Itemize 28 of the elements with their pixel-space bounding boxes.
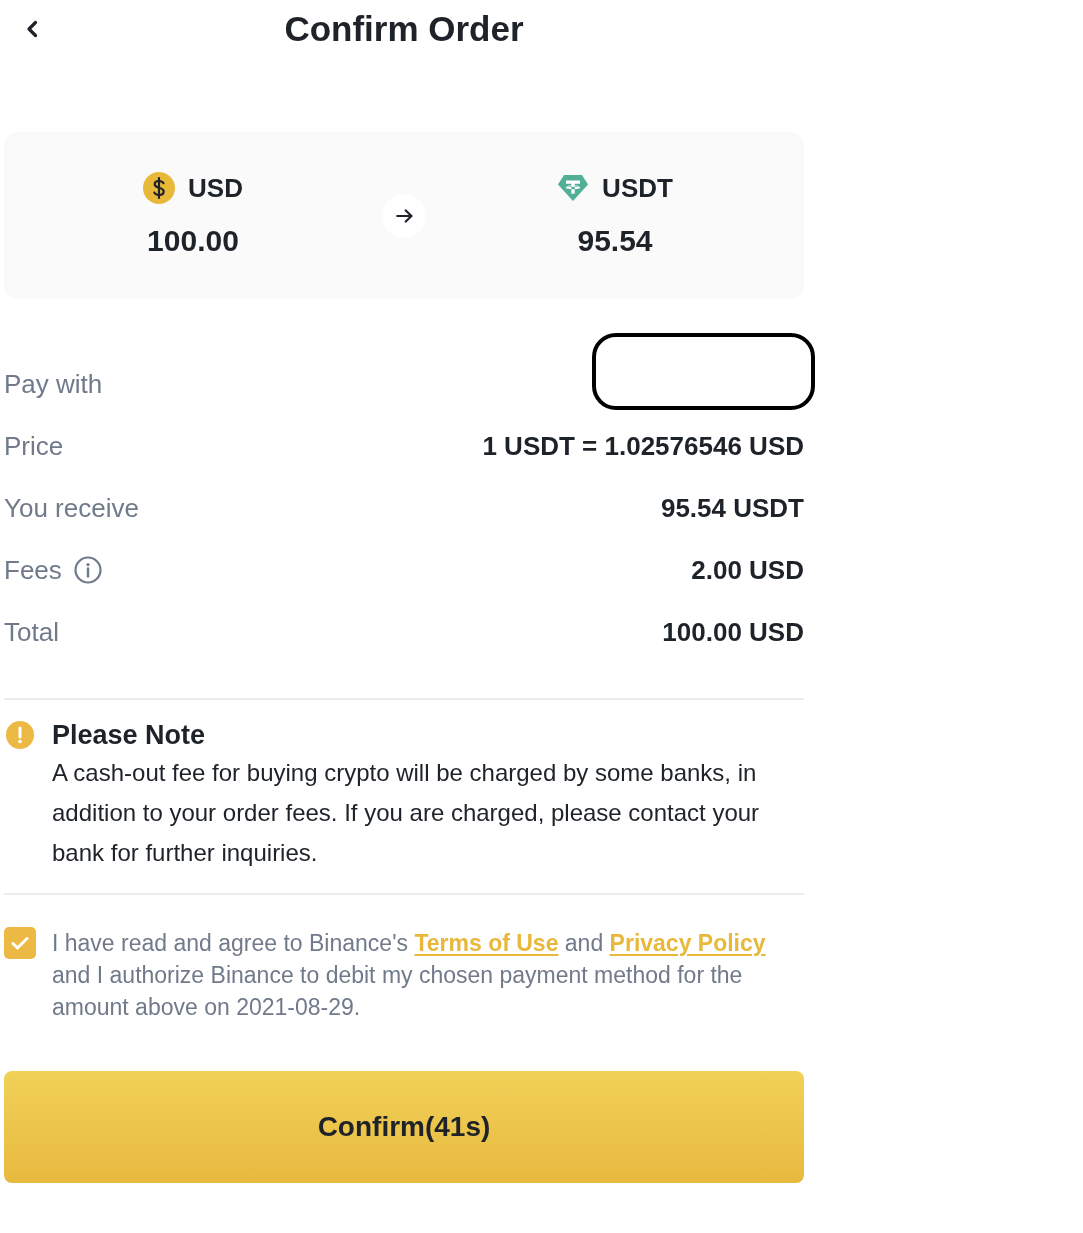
policy-link[interactable]: Terms of Use bbox=[414, 930, 559, 956]
detail-label: Pay with bbox=[4, 368, 103, 400]
note-text: A cash-out fee for buying crypto will be charged by some banks, in addition to your order fees. If you are charged, please contact your bank for further inquiries. bbox=[52, 758, 761, 868]
tether-logo-icon bbox=[557, 174, 590, 202]
detail-label: Total bbox=[4, 616, 59, 648]
amount-value: 100.00 bbox=[147, 223, 239, 259]
arrow-right-icon bbox=[395, 208, 413, 223]
dollar-coin-icon bbox=[143, 172, 176, 204]
note-title: Please Note bbox=[52, 719, 207, 752]
warning-icon bbox=[6, 721, 34, 749]
detail-value: 100.00 USD bbox=[662, 616, 804, 648]
chevron-left-icon bbox=[26, 20, 38, 38]
detail-value: 2.00 USD bbox=[691, 554, 804, 586]
currency-code: USD bbox=[188, 172, 243, 204]
policy-link[interactable]: Privacy Policy bbox=[609, 930, 766, 956]
agreement-text: I have read and agree to Binance's Terms of Use and Privacy Policy and I authorize Binance to debit my chosen payment method for the amount above on 2021-08-29. bbox=[52, 929, 767, 1022]
checkmark-icon bbox=[11, 936, 29, 950]
currency-code: USDT bbox=[602, 172, 673, 204]
detail-label: Fees bbox=[4, 554, 62, 586]
detail-label: You receive bbox=[4, 492, 139, 524]
page-title: Confirm Order bbox=[284, 8, 524, 50]
info-icon[interactable] bbox=[73, 556, 102, 584]
detail-label: Price bbox=[4, 430, 64, 462]
amount-value: 95.54 bbox=[577, 223, 653, 259]
detail-value: 95.54 USDT bbox=[660, 492, 804, 524]
detail-value: 1 USDT = 1.02576546 USD bbox=[482, 430, 804, 462]
confirm-button[interactable]: Confirm(41s) bbox=[4, 1071, 804, 1183]
agree-checkbox[interactable] bbox=[4, 927, 36, 959]
